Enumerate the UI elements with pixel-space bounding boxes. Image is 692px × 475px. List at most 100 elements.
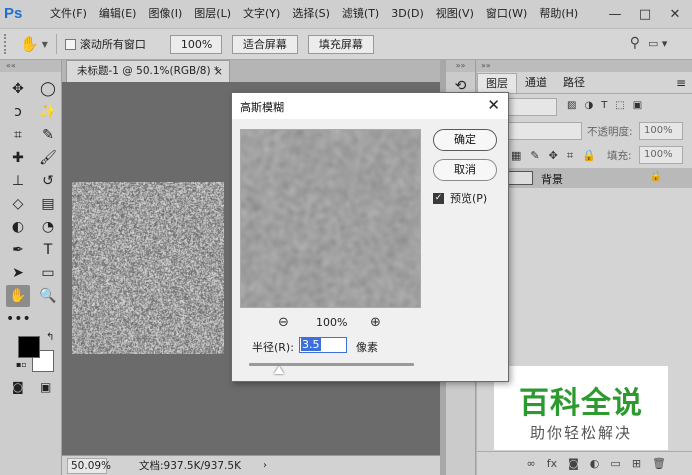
crop-tool-icon[interactable]: ⌗: [6, 124, 30, 146]
tab-channels[interactable]: 通道: [517, 73, 555, 93]
healing-brush-tool-icon[interactable]: ✚: [6, 147, 30, 169]
default-colors-icon[interactable]: ▪▫: [16, 360, 27, 369]
tab-layers[interactable]: 图层: [477, 73, 517, 93]
menu-item[interactable]: 滤镜(T): [336, 0, 385, 28]
layers-panel-header[interactable]: »»: [477, 60, 692, 72]
magic-wand-tool-icon[interactable]: ✨: [36, 101, 60, 123]
lock-image-icon[interactable]: ✎: [530, 149, 539, 163]
search-icon[interactable]: ⚲: [630, 35, 640, 51]
blur-preview[interactable]: [240, 129, 421, 308]
move-tool-icon[interactable]: ✥: [6, 78, 30, 100]
pen-tool-icon[interactable]: ✒: [6, 239, 30, 261]
clone-stamp-tool-icon[interactable]: ⊥: [6, 170, 30, 192]
fit-screen-button[interactable]: 适合屏幕: [231, 34, 298, 54]
chevron-right-icon[interactable]: ›: [263, 460, 267, 471]
document-tab[interactable]: 未标题-1 @ 50.1%(RGB/8) * ×: [66, 60, 230, 82]
mores-tool-icon[interactable]: •••: [6, 308, 31, 330]
layer-style-icon[interactable]: fx: [547, 457, 557, 470]
brush-tool-icon[interactable]: 🖌: [36, 147, 60, 169]
radius-input[interactable]: 3.5: [299, 337, 347, 353]
menu-item[interactable]: 文件(F): [44, 0, 93, 28]
foreground-color-swatch[interactable]: [18, 336, 40, 358]
panel-menu-icon[interactable]: ≡: [676, 76, 686, 90]
chevron-down-icon[interactable]: ▼: [42, 40, 48, 49]
menu-item[interactable]: 窗口(W): [480, 0, 533, 28]
menu-item[interactable]: 视图(V): [430, 0, 480, 28]
minimize-icon[interactable]: —: [606, 7, 624, 22]
zoom-tool-icon[interactable]: 🔍: [36, 285, 60, 307]
swap-colors-icon[interactable]: ↰: [46, 332, 54, 343]
menu-item[interactable]: 选择(S): [286, 0, 336, 28]
shape-filter-icon[interactable]: ⬚: [615, 100, 624, 111]
preview-checkbox[interactable]: ✓ 预览(P): [433, 190, 487, 206]
add-mask-icon[interactable]: ◙: [568, 457, 579, 470]
history-brush-tool-icon[interactable]: ↺: [36, 170, 60, 192]
dialog-titlebar[interactable]: 高斯模糊 ✕: [232, 93, 508, 119]
gradient-tool-icon[interactable]: ▤: [36, 193, 60, 215]
eyedropper-tool-icon[interactable]: ✎: [36, 124, 60, 146]
lock-artboard-icon[interactable]: ⌗: [567, 149, 573, 163]
lasso-tool-icon[interactable]: ↄ: [6, 101, 30, 123]
checkbox-box[interactable]: [64, 38, 76, 50]
ellipse-marquee-tool-icon[interactable]: ◯: [36, 78, 60, 100]
quick-mask-icon[interactable]: ◙: [12, 380, 24, 394]
scroll-all-windows-checkbox[interactable]: 滚动所有窗口: [64, 36, 146, 52]
hand-tool-preset-icon[interactable]: ✋: [20, 35, 39, 53]
zoom-in-icon[interactable]: ⊕: [370, 315, 381, 330]
opacity-field[interactable]: 100%: [639, 122, 683, 140]
zoom-out-icon[interactable]: ⊖: [278, 315, 289, 330]
menu-item[interactable]: 图像(I): [142, 0, 188, 28]
image-filter-icon[interactable]: ▨: [567, 100, 576, 111]
watermark-subtitle: 助你轻松解决: [529, 424, 632, 442]
new-layer-icon[interactable]: ⊞: [632, 457, 641, 470]
maximize-icon[interactable]: □: [636, 7, 654, 22]
checkbox-checked-icon[interactable]: ✓: [433, 192, 444, 204]
fill-field[interactable]: 100%: [639, 146, 683, 164]
screen-mode-icon[interactable]: ▣: [40, 380, 51, 394]
lock-all-icon[interactable]: 🔒: [582, 149, 596, 163]
lock-position-icon[interactable]: ✥: [549, 149, 558, 163]
menu-item[interactable]: 帮助(H): [533, 0, 584, 28]
cancel-button[interactable]: 取消: [433, 159, 497, 181]
adjustment-layer-icon[interactable]: ◐: [590, 457, 600, 470]
new-group-icon[interactable]: ▭: [610, 457, 620, 470]
zoom-level-field[interactable]: 50.09%: [67, 457, 111, 474]
ok-button[interactable]: 确定: [433, 129, 497, 151]
noise-image[interactable]: [72, 182, 224, 354]
tab-paths[interactable]: 路径: [555, 73, 593, 93]
divider: [55, 34, 57, 54]
path-selection-tool-icon[interactable]: ➤: [6, 262, 30, 284]
smart-object-filter-icon[interactable]: ▣: [633, 100, 642, 111]
trash-icon[interactable]: 🗑: [652, 457, 666, 470]
window-controls: — □ ✕: [606, 0, 684, 28]
fill-label: 填充:: [607, 150, 632, 162]
rectangle-tool-icon[interactable]: ▭: [36, 262, 60, 284]
workspace-switcher-icon[interactable]: ▭ ▾: [648, 37, 678, 53]
options-grip[interactable]: [4, 34, 10, 54]
watermark: 百科全说 助你轻松解决: [494, 366, 668, 450]
fill-screen-button[interactable]: 填充屏幕: [307, 34, 374, 54]
type-filter-icon[interactable]: T: [601, 100, 607, 111]
close-icon[interactable]: ×: [214, 61, 223, 82]
menu-item[interactable]: 3D(D): [385, 0, 430, 28]
dodge-tool-icon[interactable]: ◔: [36, 216, 60, 238]
close-icon[interactable]: ✕: [487, 96, 500, 114]
radius-label: 半径(R):: [252, 341, 294, 354]
layer-row[interactable]: 背景 🔒: [477, 168, 692, 188]
menu-item[interactable]: 文字(Y): [237, 0, 286, 28]
zoom-100-button[interactable]: 100%: [169, 34, 222, 54]
blur-tool-icon[interactable]: ◐: [6, 216, 30, 238]
eraser-tool-icon[interactable]: ◇: [6, 193, 30, 215]
menu-item[interactable]: 图层(L): [188, 0, 237, 28]
radius-slider-thumb[interactable]: [273, 366, 284, 374]
menu-item[interactable]: 编辑(E): [93, 0, 143, 28]
hand-tool-icon[interactable]: ✋: [6, 285, 30, 307]
tools-panel-header[interactable]: ««: [0, 60, 61, 72]
adjustment-filter-icon[interactable]: ◑: [584, 100, 593, 111]
link-layers-icon[interactable]: ∞: [527, 457, 536, 470]
tool-grid: ✥ ◯ ↄ ✨ ⌗ ✎ ✚ 🖌 ⊥ ↺ ◇ ▤ ◐ ◔ ✒ T ➤ ▭ ✋ 🔍 •••: [0, 72, 61, 330]
close-icon[interactable]: ✕: [666, 7, 684, 22]
lock-transparent-icon[interactable]: ▦: [511, 149, 521, 163]
collapsed-panel-header[interactable]: »»: [446, 60, 475, 72]
type-tool-icon[interactable]: T: [36, 239, 60, 261]
